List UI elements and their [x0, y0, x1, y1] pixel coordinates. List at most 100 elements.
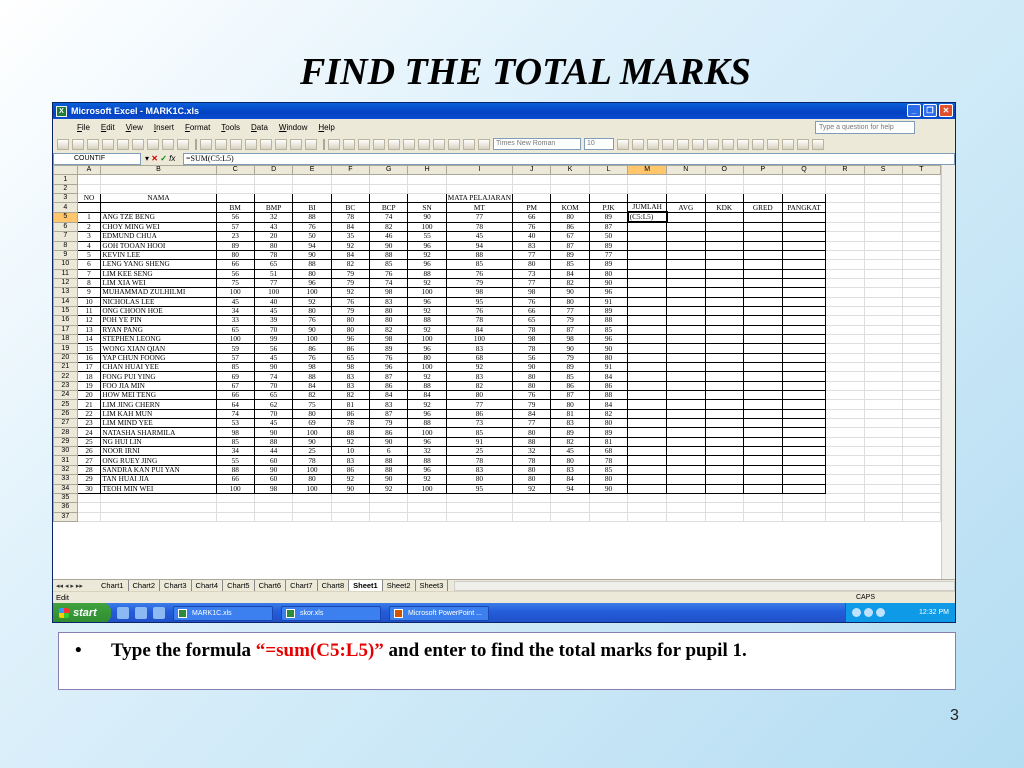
cell[interactable]: [407, 193, 447, 204]
student-name-cell[interactable]: SANDRA KAN PUI YAN: [100, 464, 217, 476]
cell[interactable]: 86: [550, 221, 590, 233]
cell[interactable]: [901, 408, 941, 420]
menu-item-help[interactable]: Help: [318, 123, 334, 132]
cell[interactable]: [863, 277, 903, 289]
cell[interactable]: 88: [588, 315, 629, 326]
student-name-cell[interactable]: ONG RUEY JING: [100, 455, 217, 466]
cell[interactable]: [901, 446, 941, 457]
row-header[interactable]: 33: [53, 474, 78, 485]
cell[interactable]: [825, 343, 865, 354]
cell[interactable]: [901, 333, 941, 345]
cell[interactable]: [76, 183, 102, 195]
cell[interactable]: [901, 352, 941, 364]
cell[interactable]: [901, 390, 941, 401]
cell[interactable]: BI: [292, 202, 332, 213]
cell[interactable]: 17: [76, 362, 102, 373]
cell[interactable]: [742, 371, 783, 382]
font-size-select[interactable]: 10: [584, 138, 614, 150]
cell[interactable]: [742, 390, 783, 401]
cell[interactable]: [825, 511, 865, 522]
cell[interactable]: 90: [407, 211, 447, 223]
cell[interactable]: [407, 502, 447, 513]
cell[interactable]: 86: [330, 464, 371, 476]
cell[interactable]: [863, 362, 903, 373]
cell[interactable]: [666, 211, 706, 223]
cell[interactable]: 100: [407, 427, 447, 438]
cell[interactable]: [781, 436, 827, 448]
tab-chart1[interactable]: Chart1: [97, 580, 129, 591]
taskbar-item[interactable]: MARK1C.xls: [173, 605, 273, 621]
cell[interactable]: 94: [292, 240, 332, 251]
cell[interactable]: 89: [588, 427, 629, 438]
cell[interactable]: [215, 174, 255, 185]
cell[interactable]: 45: [445, 231, 514, 242]
cell[interactable]: [627, 464, 668, 476]
restore-button[interactable]: ❐: [923, 104, 937, 117]
cell[interactable]: [627, 474, 668, 485]
cell[interactable]: [825, 418, 865, 429]
row-header[interactable]: 26: [53, 408, 78, 420]
cell[interactable]: [407, 511, 447, 522]
cell[interactable]: PM: [512, 202, 552, 213]
row-header[interactable]: 10: [53, 259, 78, 270]
cell[interactable]: [742, 259, 783, 270]
cell[interactable]: [253, 174, 294, 185]
cell[interactable]: [666, 511, 706, 522]
cell[interactable]: 78: [445, 455, 514, 466]
cell[interactable]: 85: [215, 436, 255, 448]
cell[interactable]: [666, 436, 706, 448]
cell[interactable]: [825, 464, 865, 476]
cell[interactable]: 69: [215, 371, 255, 382]
cell[interactable]: [781, 259, 827, 270]
cell[interactable]: [292, 502, 332, 513]
cell[interactable]: [407, 174, 447, 185]
cell[interactable]: [627, 259, 668, 270]
cell[interactable]: [704, 287, 744, 298]
cell[interactable]: [369, 193, 409, 204]
cell[interactable]: 66: [215, 259, 255, 270]
cell[interactable]: [742, 418, 783, 429]
horizontal-scrollbar[interactable]: [454, 580, 955, 591]
student-name-cell[interactable]: CHAN HUAI YEE: [100, 362, 217, 373]
cell[interactable]: 82: [330, 259, 371, 270]
cell[interactable]: [781, 455, 827, 466]
cell[interactable]: 84: [369, 390, 409, 401]
cell[interactable]: 56: [215, 211, 255, 223]
cell[interactable]: 75: [292, 399, 332, 410]
cell[interactable]: 98: [369, 287, 409, 298]
cell[interactable]: 100: [407, 221, 447, 233]
cell[interactable]: 79: [550, 352, 590, 364]
cell[interactable]: 83: [550, 464, 590, 476]
cell[interactable]: [588, 174, 629, 185]
cell[interactable]: [825, 492, 865, 504]
cell[interactable]: [666, 221, 706, 233]
format-button[interactable]: [812, 138, 824, 150]
close-button[interactable]: ✕: [939, 104, 953, 117]
cell[interactable]: [627, 483, 668, 494]
cell[interactable]: [863, 474, 903, 485]
cell[interactable]: 34: [215, 305, 255, 317]
cell[interactable]: [781, 427, 827, 438]
row-header[interactable]: 1: [53, 174, 78, 185]
cell[interactable]: 60: [253, 474, 294, 485]
cell[interactable]: 86: [369, 380, 409, 392]
cell[interactable]: 100: [292, 287, 332, 298]
cell[interactable]: [627, 446, 668, 457]
cell[interactable]: [781, 296, 827, 307]
cell[interactable]: 80: [445, 390, 514, 401]
cell[interactable]: [100, 183, 217, 195]
cell[interactable]: 66: [215, 474, 255, 485]
cell[interactable]: 80: [588, 268, 629, 279]
toolbar-button[interactable]: [117, 138, 129, 150]
cell[interactable]: [550, 492, 590, 504]
cell[interactable]: 68: [445, 352, 514, 364]
tray-icon[interactable]: [876, 608, 885, 617]
cell[interactable]: [901, 193, 941, 204]
cell[interactable]: [666, 502, 706, 513]
cell[interactable]: 98: [330, 362, 371, 373]
cell[interactable]: 92: [407, 277, 447, 289]
cell[interactable]: [742, 436, 783, 448]
cell[interactable]: [825, 483, 865, 494]
cell[interactable]: 65: [253, 259, 294, 270]
minimize-button[interactable]: _: [907, 104, 921, 117]
